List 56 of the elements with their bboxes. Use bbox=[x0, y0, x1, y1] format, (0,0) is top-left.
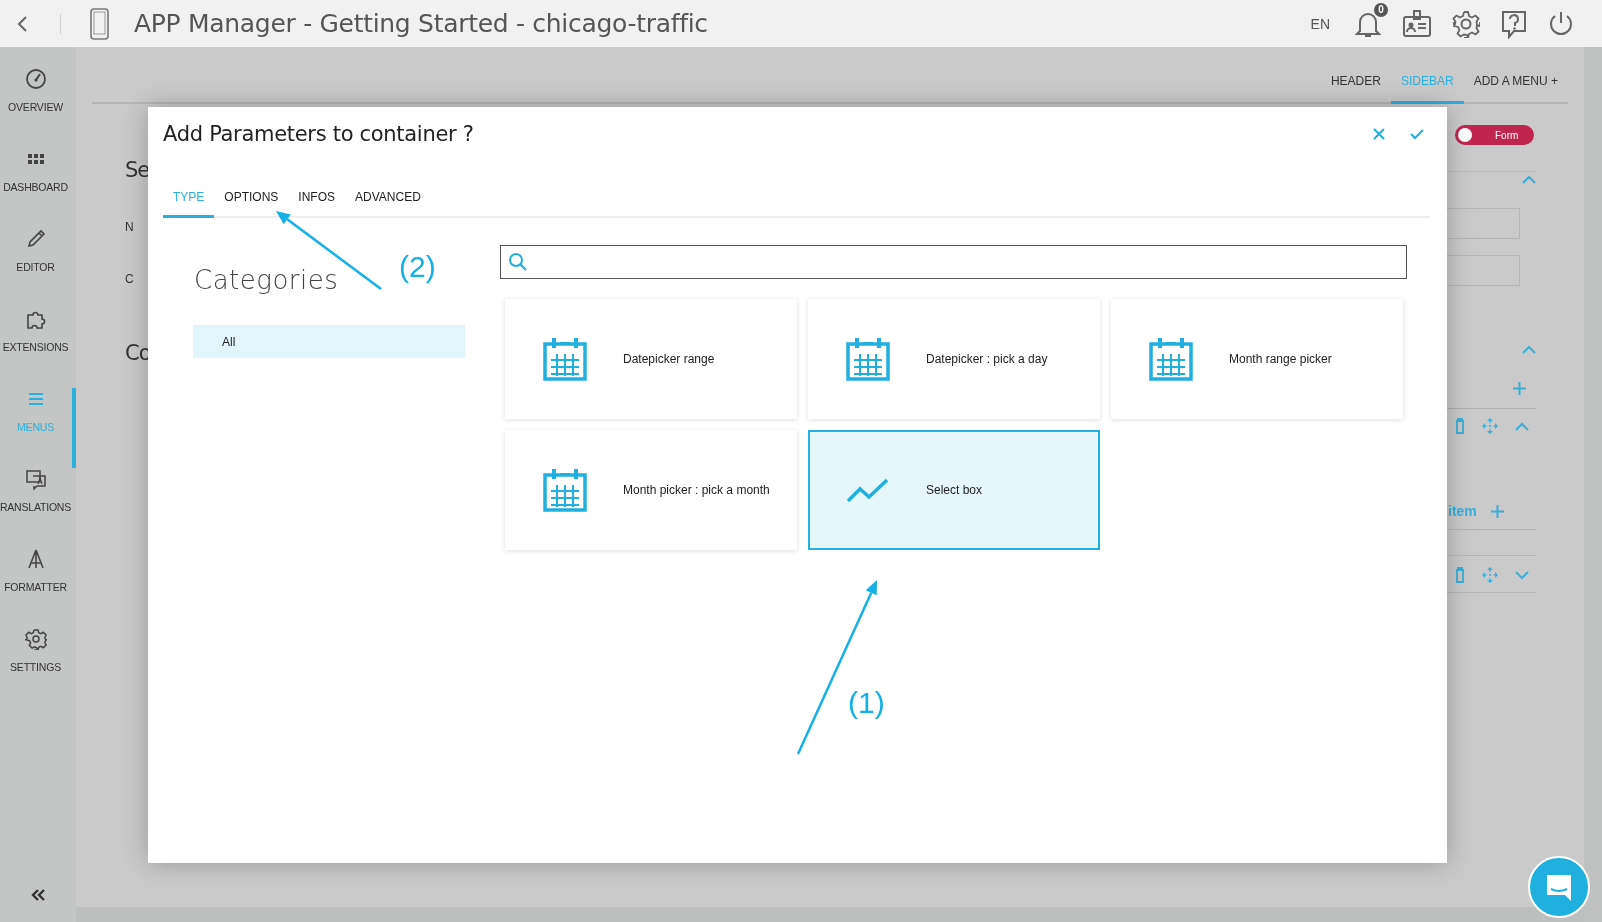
tablet-icon bbox=[89, 6, 111, 41]
translate-icon bbox=[24, 468, 47, 490]
back-icon[interactable] bbox=[16, 14, 30, 33]
chat-icon[interactable] bbox=[1527, 855, 1591, 919]
plus-icon[interactable] bbox=[1513, 382, 1526, 395]
calendar-icon bbox=[542, 336, 588, 382]
plus-icon[interactable] bbox=[1490, 504, 1504, 518]
search-field[interactable] bbox=[500, 245, 1407, 279]
form-toggle[interactable]: Form bbox=[1455, 125, 1534, 145]
check-icon[interactable] bbox=[1410, 128, 1424, 140]
notification-badge: 0 bbox=[1374, 2, 1388, 17]
sidebar-item[interactable]: EDITOR bbox=[0, 228, 76, 308]
type-card[interactable]: Month picker : pick a month bbox=[505, 430, 797, 550]
sidebar-item[interactable]: FORMATTER bbox=[0, 548, 76, 628]
field-label: N bbox=[125, 220, 135, 234]
field-label: C bbox=[125, 272, 135, 286]
settings-icon bbox=[24, 628, 47, 650]
sidebar-item[interactable]: OVERVIEW bbox=[0, 68, 76, 148]
type-card[interactable]: Datepicker range bbox=[505, 299, 797, 419]
collapse-icon[interactable] bbox=[30, 888, 46, 902]
category-item[interactable]: All bbox=[193, 325, 465, 358]
type-card[interactable]: Month range picker bbox=[1111, 299, 1403, 419]
dialog-title: Add Parameters to container ? bbox=[163, 122, 474, 146]
annotation-label: (1) bbox=[848, 688, 885, 718]
chevron-down-icon[interactable] bbox=[1515, 570, 1529, 580]
calendar-icon bbox=[542, 467, 588, 513]
chevron-up-icon[interactable] bbox=[1522, 174, 1536, 184]
sidebar-item[interactable]: SETTINGS bbox=[0, 628, 76, 708]
dialog-tab[interactable]: OPTIONS bbox=[214, 190, 289, 218]
move-icon[interactable] bbox=[1481, 417, 1499, 435]
move-icon[interactable] bbox=[1481, 566, 1499, 584]
type-card[interactable]: Select box bbox=[808, 430, 1100, 550]
header-tab[interactable]: HEADER bbox=[1320, 74, 1391, 104]
language-selector[interactable]: EN bbox=[1310, 15, 1330, 32]
header-tab[interactable]: ADD A MENU + bbox=[1463, 74, 1568, 104]
dialog-tab[interactable]: INFOS bbox=[288, 190, 346, 218]
calendar-icon bbox=[845, 336, 891, 382]
calendar-icon bbox=[1148, 336, 1194, 382]
power-icon[interactable] bbox=[1548, 9, 1574, 38]
chevron-up-icon[interactable] bbox=[1515, 421, 1529, 431]
chevron-up-icon[interactable] bbox=[1522, 344, 1536, 354]
settings-icon[interactable] bbox=[1452, 9, 1480, 38]
close-icon[interactable] bbox=[1373, 128, 1385, 140]
categories-heading: Categories bbox=[194, 265, 339, 295]
id-badge-icon[interactable] bbox=[1402, 9, 1432, 38]
dialog-tab[interactable]: ADVANCED bbox=[345, 190, 431, 218]
app-title: APP Manager - Getting Started - chicago-traffic bbox=[134, 9, 708, 38]
search-icon bbox=[508, 252, 528, 272]
section-heading: Se bbox=[125, 158, 151, 182]
sidebar-item[interactable]: EXTENSIONS bbox=[0, 308, 76, 388]
help-icon[interactable] bbox=[1500, 8, 1528, 39]
annotation-label: (2) bbox=[399, 252, 436, 282]
sidebar-item[interactable]: RANSLATIONS bbox=[0, 468, 76, 548]
sidebar-item[interactable]: DASHBOARD bbox=[0, 148, 76, 228]
type-card[interactable]: Datepicker : pick a day bbox=[808, 299, 1100, 419]
gauge-icon bbox=[24, 68, 47, 90]
